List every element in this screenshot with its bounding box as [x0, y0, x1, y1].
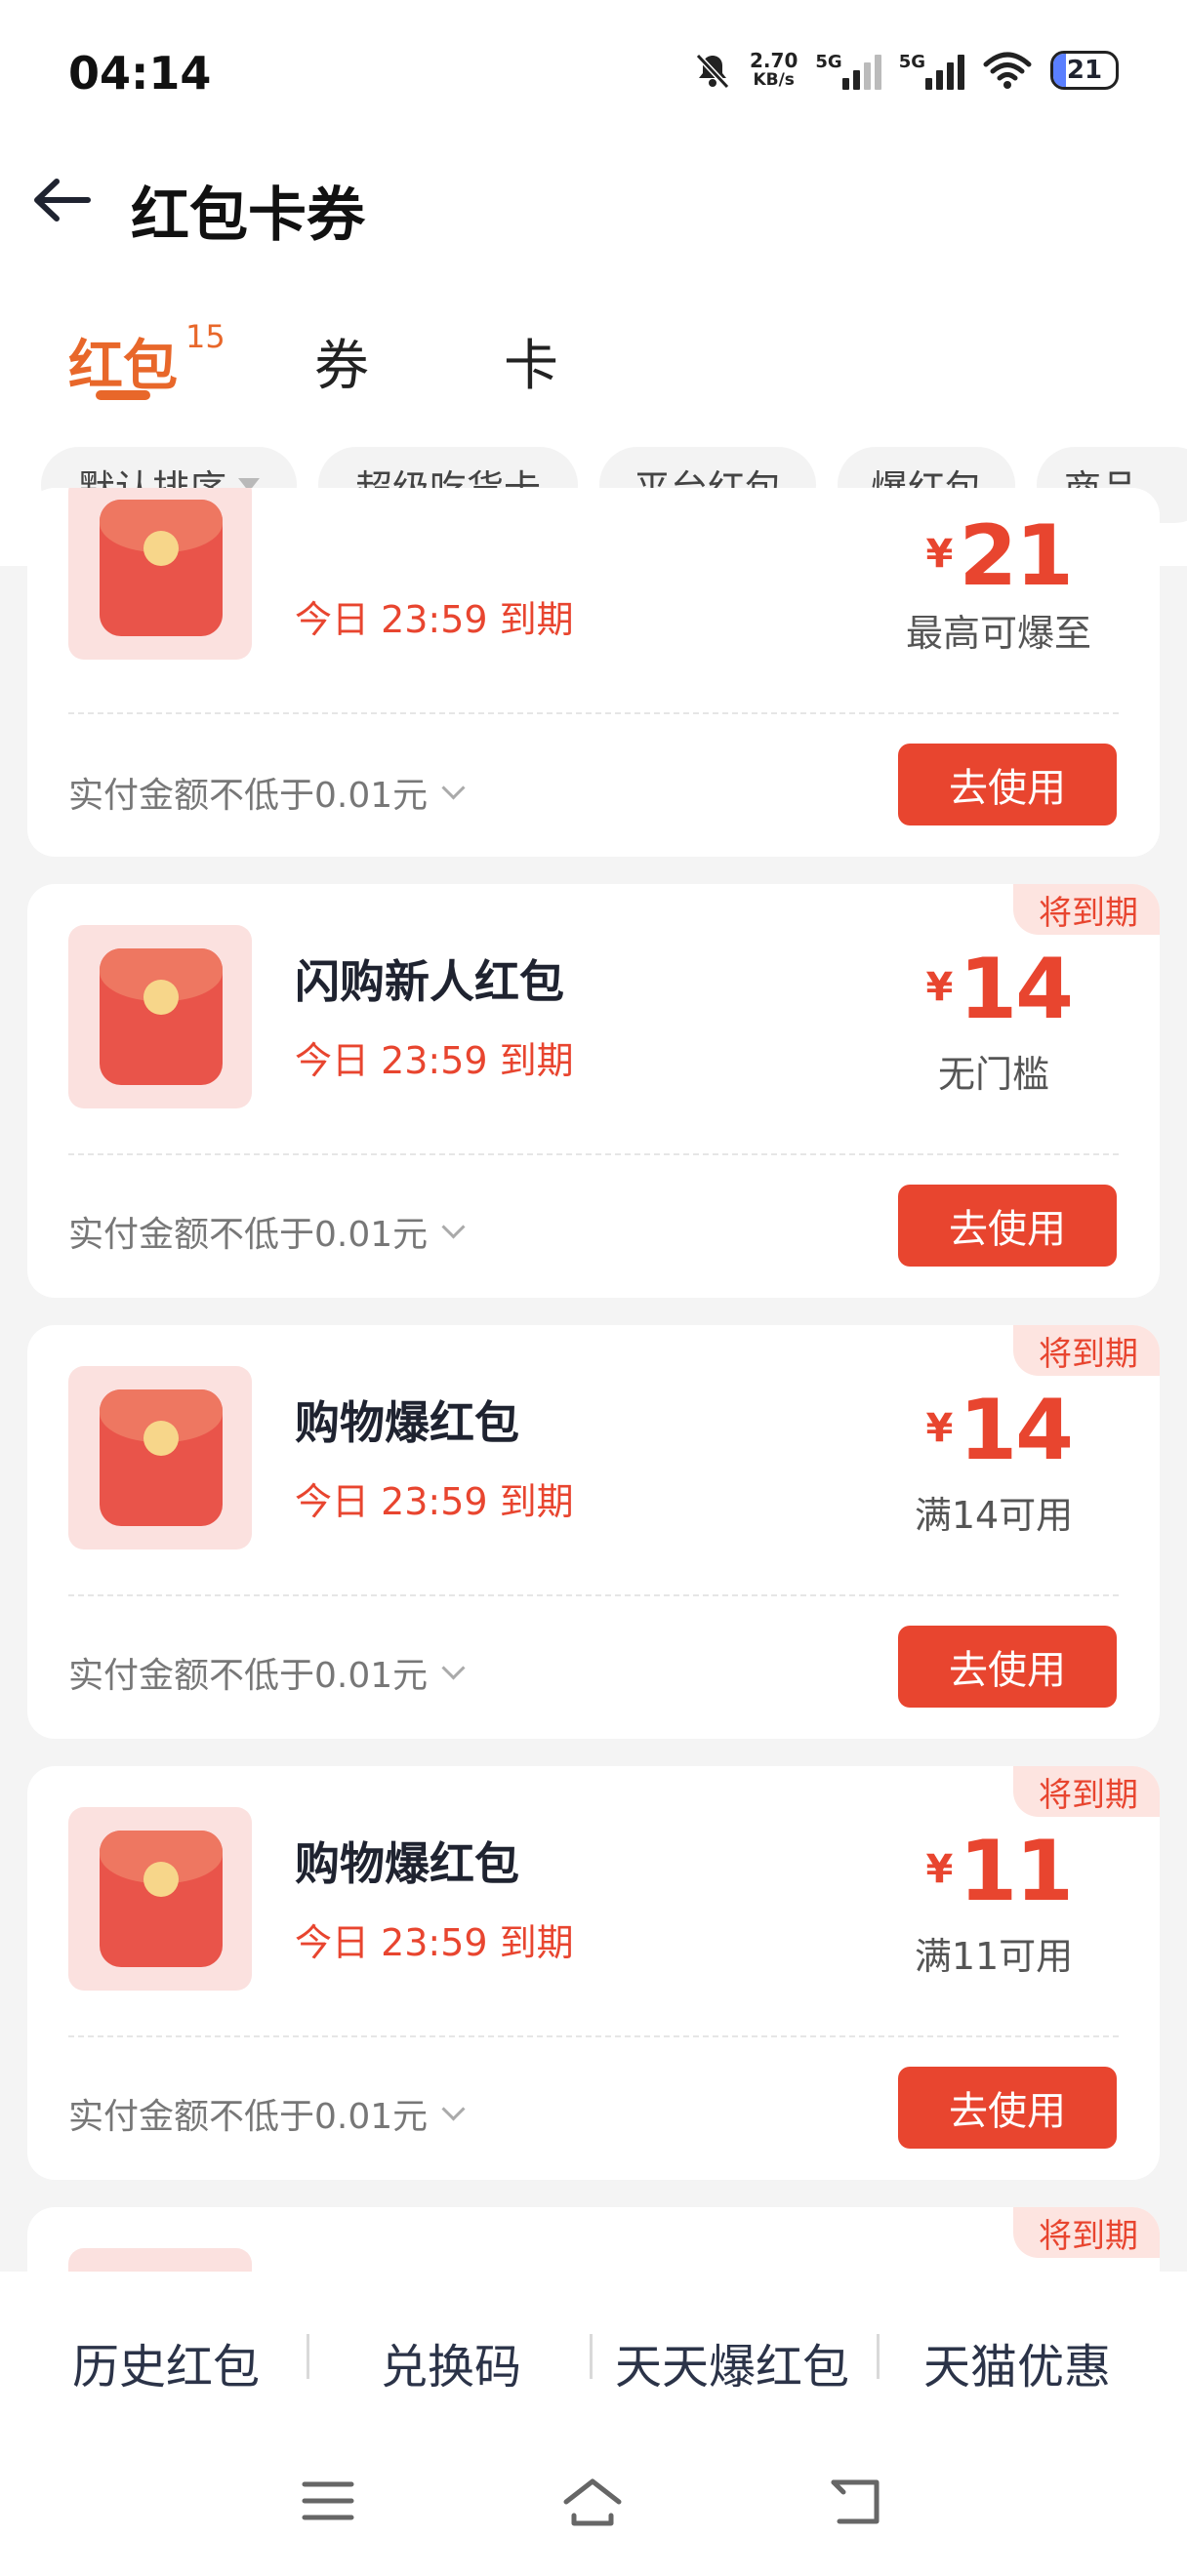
red-envelope-icon: [100, 500, 223, 636]
net-speed-value: 2.70: [750, 49, 798, 72]
card-expiry: 今日 23:59 到期: [295, 598, 574, 641]
card-expiry: 今日 23:59 到期: [295, 1480, 574, 1523]
use-button[interactable]: 去使用: [898, 1626, 1117, 1708]
expiring-tag: 将到期: [1013, 1325, 1160, 1376]
card-name: 购物爆红包: [295, 1396, 519, 1449]
signal-1-label: 5G: [815, 51, 842, 72]
net-speed: 2.70 KB/s: [750, 51, 798, 90]
bottom-bar: [0, 2272, 1187, 2576]
chevron-down-icon: [441, 1655, 466, 1680]
card-divider: [68, 712, 1119, 714]
card-note[interactable]: 实付金额不低于0.01元: [68, 1647, 466, 1698]
tab-active-indicator: [96, 390, 150, 400]
currency-symbol: ¥: [925, 965, 954, 1010]
home-icon[interactable]: [560, 2476, 625, 2529]
red-envelope-icon: [100, 1831, 223, 1967]
tab-quan[interactable]: 券: [314, 322, 369, 401]
history-hongbao-link[interactable]: 历史红包: [72, 2328, 260, 2396]
chevron-down-icon: [441, 2096, 466, 2121]
card-icon-bg: [68, 925, 252, 1108]
use-button[interactable]: 去使用: [898, 2067, 1117, 2149]
signal-2-label: 5G: [898, 51, 925, 72]
battery-icon: 21: [1050, 51, 1119, 90]
chevron-down-icon: [441, 1214, 466, 1239]
card-divider: [68, 1594, 1119, 1596]
divider: [877, 2334, 880, 2379]
red-envelope-icon: [100, 1389, 223, 1526]
expiring-tag: 将到期: [1013, 1766, 1160, 1817]
card-amount: ¥11: [925, 1823, 1074, 1920]
currency-symbol: ¥: [925, 1406, 954, 1451]
card-note-text: 实付金额不低于0.01元: [68, 1656, 429, 1696]
wifi-icon: [983, 52, 1032, 89]
card-amount: ¥14: [925, 941, 1074, 1038]
amount-value: 14: [959, 941, 1074, 1038]
chevron-down-icon: [441, 775, 466, 800]
bell-muted-icon: [695, 53, 730, 90]
signal-bars-icon: [925, 54, 964, 90]
tab-hongbao-badge: 15: [185, 318, 225, 355]
hongbao-card: 将到期 购物爆红包 今日 23:59 到期 ¥11 满11可用 实付金额不低于0…: [27, 1766, 1160, 2180]
card-name: 购物爆红包: [295, 1837, 519, 1890]
card-amount: ¥14: [925, 1382, 1074, 1479]
currency-symbol: ¥: [925, 1847, 954, 1892]
signal-bars-icon: [841, 54, 881, 90]
card-note[interactable]: 实付金额不低于0.01元: [68, 767, 466, 818]
divider: [590, 2334, 593, 2379]
card-condition: 满11可用: [914, 1935, 1074, 1978]
card-name: 闪购新人红包: [295, 955, 564, 1008]
card-expiry: 今日 23:59 到期: [295, 1039, 574, 1082]
arrow-left-icon: [34, 179, 91, 221]
tab-ka[interactable]: 卡: [504, 322, 558, 401]
hongbao-card: 将到期 闪购新人红包 今日 23:59 到期 ¥14 无门槛 实付金额不低于0.…: [27, 884, 1160, 1298]
tmall-offers-link[interactable]: 天猫优惠: [923, 2328, 1111, 2396]
signal-2: 5G: [899, 52, 964, 90]
battery-level: 21: [1066, 56, 1103, 85]
currency-symbol: ¥: [925, 532, 954, 577]
use-button[interactable]: 去使用: [898, 1185, 1117, 1267]
card-condition: 无门槛: [937, 1053, 1049, 1096]
status-time: 04:14: [68, 47, 212, 100]
redeem-code-link[interactable]: 兑换码: [381, 2328, 521, 2396]
use-button[interactable]: 去使用: [898, 744, 1117, 825]
status-bar: 04:14 2.70 KB/s 5G 5G 21: [0, 0, 1187, 156]
expiring-tag: 将到期: [1013, 884, 1160, 935]
amount-value: 21: [959, 507, 1074, 605]
card-note-text: 实付金额不低于0.01元: [68, 776, 429, 816]
amount-value: 14: [959, 1382, 1074, 1479]
card-expiry: 今日 23:59 到期: [295, 1921, 574, 1964]
back-button[interactable]: [27, 166, 96, 234]
back-nav-icon[interactable]: [826, 2476, 884, 2527]
card-icon-bg: [68, 1366, 252, 1550]
card-divider: [68, 2035, 1119, 2037]
menu-icon[interactable]: [301, 2476, 355, 2525]
page-title: 红包卡券: [131, 181, 365, 250]
expiring-tag: 将到期: [1013, 2207, 1160, 2258]
card-note[interactable]: 实付金额不低于0.01元: [68, 2088, 466, 2139]
daily-bao-hongbao-link[interactable]: 天天爆红包: [615, 2328, 849, 2396]
tab-hongbao[interactable]: 红包: [68, 322, 178, 401]
net-speed-unit: KB/s: [753, 70, 795, 90]
card-condition: 满14可用: [914, 1494, 1074, 1537]
red-envelope-icon: [100, 948, 223, 1085]
card-note-text: 实付金额不低于0.01元: [68, 2097, 429, 2137]
card-icon-bg: [68, 488, 252, 660]
card-amount: ¥21: [925, 507, 1074, 605]
status-icons: 2.70 KB/s 5G 5G 21: [693, 51, 1119, 90]
card-note[interactable]: 实付金额不低于0.01元: [68, 1206, 466, 1257]
card-condition: 最高可爆至: [905, 612, 1091, 655]
amount-value: 11: [959, 1823, 1074, 1920]
divider: [307, 2334, 309, 2379]
card-divider: [68, 1153, 1119, 1155]
hongbao-card: 将到期 购物爆红包 今日 23:59 到期 ¥14 满14可用 实付金额不低于0…: [27, 1325, 1160, 1739]
hongbao-card: 今日 23:59 到期 ¥21 最高可爆至 实付金额不低于0.01元 去使用: [27, 488, 1160, 857]
card-icon-bg: [68, 1807, 252, 1991]
card-note-text: 实付金额不低于0.01元: [68, 1215, 429, 1255]
signal-1: 5G: [815, 51, 881, 90]
